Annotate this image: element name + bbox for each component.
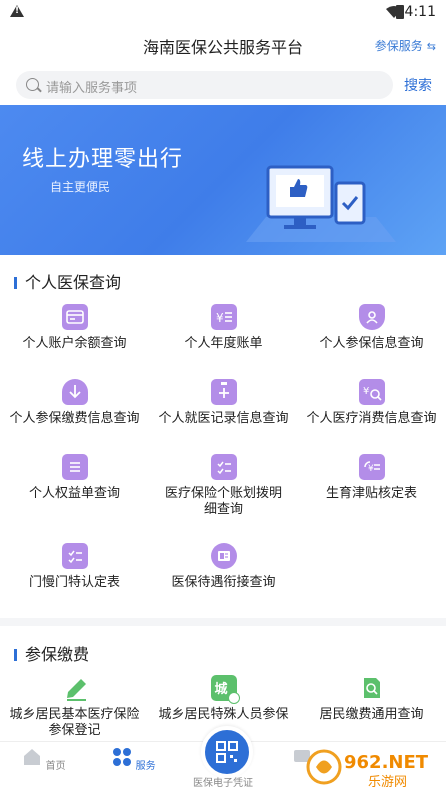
service-switch-button[interactable]: 参保服务 ⇆ (375, 37, 436, 54)
grid-item-label: 个人就医记录信息查询 (158, 411, 289, 426)
yen-swap-icon: ¥ (358, 454, 385, 480)
medkit-icon (210, 379, 237, 405)
section-marker (14, 649, 17, 661)
checklist-icon (61, 543, 88, 569)
download-icon (61, 379, 88, 405)
grid-item-label: 个人医疗消费信息查询 (306, 411, 437, 426)
promo-banner[interactable]: 线上办理零出行 自主更便民 (0, 105, 446, 255)
pen-icon (62, 675, 88, 701)
grid-item-chronic-disease[interactable]: 门慢门特认定表 (0, 543, 149, 591)
banner-subline: 自主更便民 (50, 180, 111, 194)
checklist-icon (210, 454, 237, 480)
e-voucher-button[interactable] (201, 726, 253, 778)
watermark-subtext: 乐游网 (368, 775, 407, 790)
app-header: 海南医保公共服务平台 参保服务 ⇆ (0, 26, 446, 66)
grid-item-label: 个人账户余额查询 (22, 336, 127, 351)
swap-icon: ⇆ (426, 40, 436, 53)
grid-item-medical-records[interactable]: 个人就医记录信息查询 (149, 379, 298, 427)
grid-item-label: 医保待遇衔接查询 (171, 575, 276, 590)
grid-item-account-balance[interactable]: 个人账户余额查询 (0, 304, 149, 352)
svg-text:¥: ¥ (216, 311, 224, 325)
document-icon (61, 454, 88, 480)
grid-item-payment-info[interactable]: 个人参保缴费信息查询 (0, 379, 149, 427)
warning-icon (10, 5, 24, 17)
section-title-text: 参保缴费 (25, 645, 90, 664)
section-title-text: 个人医保查询 (25, 273, 122, 292)
yen-list-icon: ¥ (210, 304, 237, 330)
search-placeholder: 请输入服务事项 (46, 81, 138, 96)
grid-item-label: 个人参保信息查询 (319, 336, 424, 351)
nav-label: 首页 (45, 761, 66, 772)
grid-item-insurance-info[interactable]: 个人参保信息查询 (297, 304, 446, 352)
city-badge-text: 城 (214, 682, 228, 697)
id-card-icon (210, 543, 237, 569)
watermark-logo: 962.NET 乐游网 (306, 744, 442, 790)
nav-label: 服务 (135, 761, 156, 772)
grid-item-rights-list[interactable]: 个人权益单查询 (0, 454, 149, 502)
nav-home[interactable]: 首页 (14, 748, 74, 772)
e-voucher-label: 医保电子凭证 (193, 778, 253, 789)
grid-item-label: 医疗保险个账划拨明细查询 (164, 486, 282, 517)
grid-item-label: 门慢门特认定表 (28, 575, 120, 590)
svg-text:¥: ¥ (363, 386, 369, 397)
search-icon (26, 78, 39, 91)
grid-item-label: 居民缴费通用查询 (319, 707, 424, 722)
grid-item-special-enrollment[interactable]: 城 城乡居民特殊人员参保 (149, 675, 298, 723)
grid-item-annual-bill[interactable]: ¥ 个人年度账单 (149, 304, 298, 352)
grid-item-label: 个人年度账单 (184, 336, 263, 351)
battery-icon (396, 5, 404, 19)
section-title-personal-query: 个人医保查询 (14, 269, 121, 293)
doc-search-icon (359, 675, 385, 701)
qr-icon (216, 741, 238, 763)
grid-item-benefit-transfer[interactable]: 医保待遇衔接查询 (149, 543, 298, 591)
grid-item-label: 个人权益单查询 (28, 486, 120, 501)
svg-text:¥: ¥ (368, 464, 374, 474)
city-badge-icon: 城 (210, 675, 240, 704)
grid-item-label: 城乡居民特殊人员参保 (158, 707, 289, 722)
grid-item-resident-enrollment[interactable]: 城乡居民基本医疗保险参保登记 (0, 675, 149, 739)
nav-service[interactable]: 服务 (104, 748, 164, 772)
service-switch-label: 参保服务 (374, 39, 423, 53)
grid-item-maternity-allowance[interactable]: ¥ 生育津贴核定表 (297, 454, 446, 502)
card-icon (61, 304, 88, 330)
grid-item-label: 城乡居民基本医疗保险参保登记 (9, 707, 140, 738)
watermark-text: 962.NET (344, 752, 429, 773)
yen-search-icon: ¥ (358, 379, 385, 405)
banner-headline: 线上办理零出行 (22, 147, 184, 172)
computer-illustration (246, 165, 396, 242)
status-time: 4:11 (404, 4, 436, 20)
grid-item-label: 个人参保缴费信息查询 (9, 411, 140, 426)
grid-icon (113, 748, 132, 766)
grid-item-consumption-info[interactable]: ¥ 个人医疗消费信息查询 (297, 379, 446, 427)
section-divider (0, 618, 446, 626)
status-bar: 4:11 (0, 0, 446, 26)
search-button[interactable]: 搜索 (404, 75, 432, 95)
grid-item-payment-query[interactable]: 居民缴费通用查询 (297, 675, 446, 723)
section-title-enrollment: 参保缴费 (14, 641, 89, 665)
section-marker (14, 277, 17, 289)
shield-person-icon (358, 304, 385, 330)
grid-item-label: 生育津贴核定表 (325, 486, 417, 501)
home-icon (24, 749, 41, 765)
search-input[interactable]: 请输入服务事项 (16, 71, 393, 99)
grid-item-account-transfer[interactable]: 医疗保险个账划拨明细查询 (149, 454, 298, 518)
